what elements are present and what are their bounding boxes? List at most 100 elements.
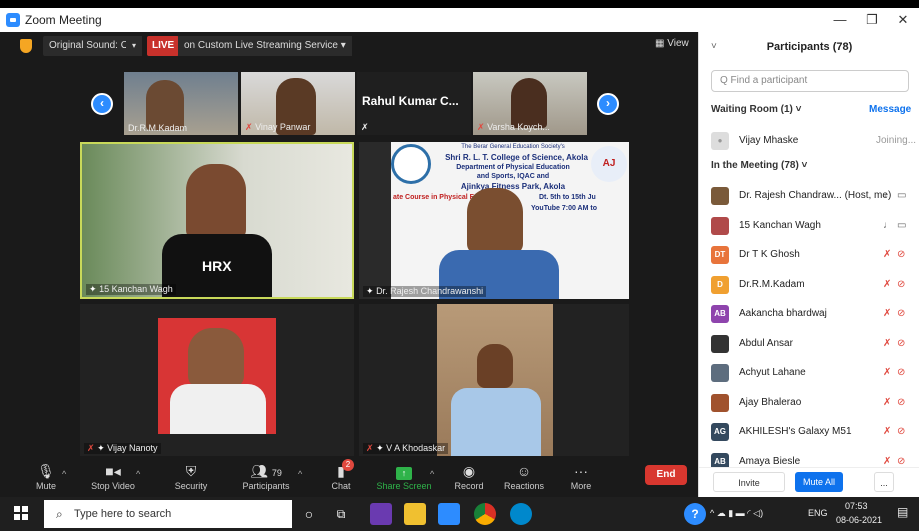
participant-name: ✦ 15 Kanchan Wagh <box>86 284 176 295</box>
taskbar-search-input[interactable]: Type here to search <box>44 500 292 528</box>
video-tile[interactable]: ✗ ✦ Vijay Nanoty <box>80 304 354 456</box>
mic-muted-icon: ✗ <box>883 249 892 260</box>
collapse-chevron-icon[interactable]: ˅ <box>711 32 717 62</box>
avatar: DT <box>711 246 729 264</box>
telegram-icon[interactable] <box>510 503 532 525</box>
clock-date[interactable]: 08-06-2021 <box>836 515 882 525</box>
chat-icon: ▮ 2 <box>326 459 356 481</box>
end-meeting-button[interactable]: End <box>645 465 687 485</box>
live-streaming-menu[interactable]: on Custom Live Streaming Service ▾ <box>178 36 352 56</box>
microphone-icon: 🎙︎ <box>37 463 55 479</box>
security-button[interactable]: ⛨ Security <box>171 461 211 491</box>
filmstrip-next-button[interactable]: › <box>597 93 619 115</box>
system-tray-icons[interactable]: ^ ☁ ▮ ▬ ◜ ◁) <box>710 508 763 519</box>
filmstrip-tile[interactable]: ✗ Vinay Panwar <box>241 72 355 135</box>
participant-row[interactable]: Dr. Rajesh Chandraw... (Host, me) ♩ ▭ <box>711 187 911 207</box>
mic-off-icon: ✗ <box>477 122 485 132</box>
audio-options-caret[interactable]: ^ <box>62 469 66 479</box>
video-off-icon: ⊘ <box>897 396 906 408</box>
video-tile-active-speaker[interactable]: HRX ✦ 15 Kanchan Wagh <box>80 142 354 299</box>
mute-all-button[interactable]: Mute All <box>795 472 843 492</box>
participant-row[interactable]: 15 Kanchan Wagh ♩ ▭ <box>711 216 911 237</box>
zoom-taskbar-icon[interactable] <box>438 503 460 525</box>
participant-name: Dr.R.M.Kadam <box>739 278 805 290</box>
participant-name: Aakancha bhardwaj <box>739 308 827 319</box>
participant-row[interactable]: AB Aakancha bhardwaj ✗ ⊘ <box>711 305 911 325</box>
participant-name: Ajay Bhalerao <box>739 396 802 408</box>
filmstrip-tile[interactable]: Rahul Kumar C... ✗ <box>357 72 471 135</box>
sound-options-caret[interactable]: ▾ <box>126 36 142 56</box>
record-button[interactable]: ◉ Record <box>452 461 486 491</box>
meeting-area: Original Sound: On ▾ LIVE on Custom Live… <box>0 32 698 497</box>
participant-row[interactable]: Ajay Bhalerao ✗ ⊘ <box>711 393 911 414</box>
file-explorer-icon[interactable] <box>404 503 426 525</box>
participant-name: Rahul Kumar C... <box>362 94 459 108</box>
filmstrip-prev-button[interactable]: ‹ <box>91 93 113 115</box>
participant-name: Achyut Lahane <box>739 367 806 378</box>
mic-muted-icon: ✗ <box>883 396 892 408</box>
message-link[interactable]: Message <box>869 104 911 115</box>
chat-badge: 2 <box>342 459 354 471</box>
share-screen-button[interactable]: ↑ Share Screen <box>376 461 432 491</box>
find-participant-input[interactable]: Q Find a participant <box>711 70 909 92</box>
close-button[interactable]: ✕ <box>883 8 919 32</box>
windows-taskbar: Type here to search ⌕ ○ ⧉ ? ^ ☁ ▮ ▬ ◜ ◁)… <box>0 497 919 531</box>
video-tile[interactable]: ✗ ✦ V A Khodaskar <box>359 304 629 456</box>
participant-name: ✗ ✦ V A Khodaskar <box>363 443 449 454</box>
window-title: Zoom Meeting <box>25 13 102 27</box>
participant-row[interactable]: Abdul Ansar ✗ ⊘ <box>711 334 911 355</box>
video-off-icon: ⊘ <box>897 426 906 437</box>
meeting-toolbar: 🎙︎ Mute ^ ■◂ Stop Video ^ ⛨ Security 👥︎ 79 P… <box>0 459 698 497</box>
reactions-icon: ☺ <box>516 463 532 479</box>
video-options-caret[interactable]: ^ <box>136 469 140 479</box>
video-camera-icon: ▭ <box>897 219 907 231</box>
waiting-participant-row[interactable]: ● Vijay Mhaske Joining... <box>711 132 916 152</box>
participant-row[interactable]: D Dr.R.M.Kadam ✗ ⊘ <box>711 275 911 296</box>
banner-line: ate Course in Physical F <box>393 194 474 201</box>
banner-line: Dt. 5th to 15th Ju <box>539 194 596 201</box>
avatar-icon: ● <box>711 132 729 150</box>
participants-button[interactable]: 👥︎ 79 Participants <box>240 461 292 491</box>
chat-button[interactable]: ▮ 2 Chat <box>326 459 356 491</box>
banner-line: YouTube 7:00 AM to <box>531 205 597 212</box>
participant-video <box>467 188 523 254</box>
participant-video <box>186 164 246 240</box>
waiting-room-header[interactable]: Waiting Room (1) ˅ <box>711 104 801 115</box>
language-indicator[interactable]: ENG <box>808 508 828 518</box>
participants-options-caret[interactable]: ^ <box>298 469 302 479</box>
participant-name: Amaya Biesle <box>739 455 801 467</box>
in-meeting-header[interactable]: In the Meeting (78) ˅ <box>711 160 807 171</box>
help-icon[interactable]: ? <box>684 503 706 525</box>
video-camera-icon: ■◂ <box>105 463 121 479</box>
joining-status: Joining... <box>876 135 917 146</box>
encryption-shield-icon[interactable] <box>20 39 32 53</box>
mute-button[interactable]: 🎙︎ Mute <box>30 461 62 491</box>
video-tile[interactable]: The Berar General Education Society's Sh… <box>359 142 629 299</box>
mic-off-icon: ✗ <box>366 443 374 453</box>
notification-icon[interactable]: ▤ <box>897 505 908 519</box>
participant-row[interactable]: DT Dr T K Ghosh ✗ ⊘ <box>711 246 911 266</box>
top-strip <box>0 0 919 8</box>
stop-video-button[interactable]: ■◂ Stop Video <box>88 461 138 491</box>
more-options-button[interactable]: ... <box>874 472 894 492</box>
filmstrip-tile[interactable]: Dr.R.M.Kadam <box>124 72 238 135</box>
participant-row[interactable]: AG AKHILESH's Galaxy M51 ✗ ⊘ <box>711 423 911 443</box>
clock-time[interactable]: 07:53 <box>845 501 868 511</box>
pin-icon: ✦ <box>97 443 105 453</box>
chrome-icon[interactable] <box>474 503 496 525</box>
reactions-button[interactable]: ☺ Reactions <box>502 461 546 491</box>
teams-icon[interactable] <box>370 503 392 525</box>
task-view-icon[interactable]: ⧉ <box>330 503 352 525</box>
cortana-icon[interactable]: ○ <box>298 503 320 525</box>
participant-row[interactable]: Achyut Lahane ✗ ⊘ <box>711 364 911 384</box>
title-bar: Zoom Meeting <box>0 8 919 32</box>
participant-name: Dr.R.M.Kadam <box>128 123 188 133</box>
view-button[interactable]: ▦ View <box>655 38 689 49</box>
pin-icon: ✦ <box>89 284 97 294</box>
windows-start-icon[interactable] <box>14 506 28 520</box>
share-options-caret[interactable]: ^ <box>430 469 434 479</box>
more-button[interactable]: ··· More <box>566 461 596 491</box>
video-off-icon: ⊘ <box>897 337 906 349</box>
invite-button[interactable]: Invite <box>713 472 785 492</box>
filmstrip-tile[interactable]: ✗ Varsha Koych... <box>473 72 587 135</box>
